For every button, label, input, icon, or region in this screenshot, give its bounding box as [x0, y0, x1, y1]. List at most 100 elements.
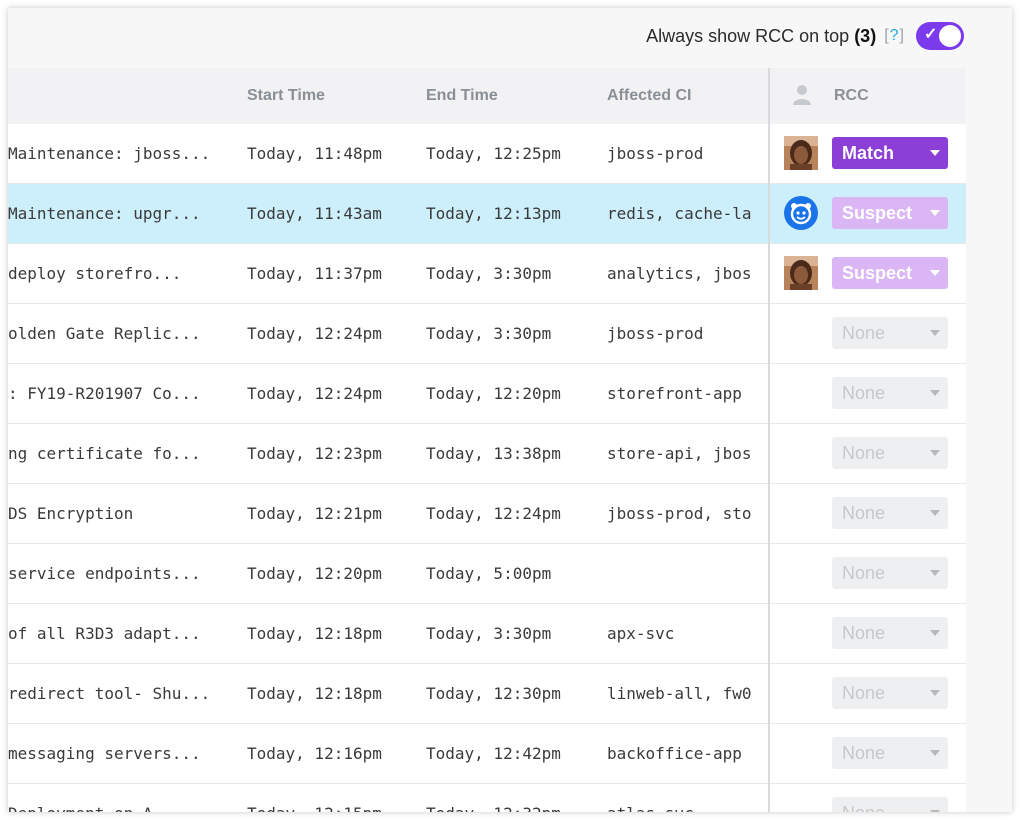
- end-time-cell: Today, 13:38pm: [420, 423, 603, 484]
- change-name-cell[interactable]: redirect tool- Shu...: [8, 663, 237, 724]
- change-name-cell[interactable]: ng certificate fo...: [8, 423, 237, 484]
- start-time-cell: Today, 12:21pm: [237, 483, 420, 544]
- start-time-cell: Today, 11:48pm: [237, 124, 420, 184]
- table-row[interactable]: ng certificate fo... Today, 12:23pm Today,…: [8, 423, 966, 484]
- column-header-rcc[interactable]: RCC: [768, 68, 966, 124]
- help-link[interactable]: [?]: [884, 27, 905, 45]
- end-time-cell: Today, 12:25pm: [420, 124, 603, 184]
- table-row[interactable]: : FY19-R201907 Co... Today, 12:24pm Today,…: [8, 363, 966, 424]
- change-name-cell[interactable]: : FY19-R201907 Co...: [8, 363, 237, 424]
- caret-down-icon: [930, 210, 940, 216]
- affected-ci-cell: store-api, jbos: [603, 423, 769, 484]
- caret-down-icon: [930, 330, 940, 336]
- rcc-status-dropdown[interactable]: None: [832, 557, 948, 589]
- always-show-rcc-toggle[interactable]: ✓: [916, 22, 964, 50]
- rcc-header-label: RCC: [834, 87, 869, 104]
- change-name-cell[interactable]: deploy storefro...: [8, 243, 237, 304]
- end-time-cell: Today, 12:20pm: [420, 363, 603, 424]
- table-row[interactable]: service endpoints... Today, 12:20pm Today,…: [8, 543, 966, 604]
- changes-table-container[interactable]: Start Time End Time Affected CI RCC Main…: [8, 68, 966, 812]
- rcc-cell: None: [768, 483, 966, 544]
- rcc-toggle-label: Always show RCC on top: [646, 25, 850, 46]
- end-time-cell: Today, 3:30pm: [420, 243, 603, 304]
- rcc-status-label: Suspect: [842, 203, 913, 223]
- table-row[interactable]: Maintenance: jboss... Today, 11:48pm Today…: [8, 124, 966, 184]
- rcc-status-dropdown[interactable]: None: [832, 317, 948, 349]
- change-name-cell[interactable]: Deployment on A...: [8, 783, 237, 812]
- rcc-status-label: None: [842, 443, 886, 463]
- affected-ci-cell: jboss-prod: [603, 124, 769, 184]
- rcc-status-dropdown[interactable]: None: [832, 617, 948, 649]
- affected-ci-cell: jboss-prod: [603, 303, 769, 364]
- changes-table: Start Time End Time Affected CI RCC Main…: [8, 68, 966, 812]
- caret-down-icon: [930, 750, 940, 756]
- caret-down-icon: [930, 810, 940, 812]
- caret-down-icon: [930, 690, 940, 696]
- affected-ci-cell: backoffice-app: [603, 723, 769, 784]
- rcc-status-dropdown[interactable]: None: [832, 377, 948, 409]
- app-frame: Always show RCC on top (3) [?] ✓ Start T…: [8, 8, 1012, 812]
- table-row[interactable]: Deployment on A...Today, 12:15pmToday, 1…: [8, 783, 966, 812]
- column-header-end-time[interactable]: End Time: [420, 68, 603, 124]
- affected-ci-cell: [603, 543, 769, 604]
- rcc-status-dropdown[interactable]: Suspect: [832, 197, 948, 229]
- rcc-status-label: None: [842, 683, 886, 703]
- change-name-cell[interactable]: service endpoints...: [8, 543, 237, 604]
- rcc-status-dropdown[interactable]: Suspect: [832, 257, 948, 289]
- change-name-cell[interactable]: of all R3D3 adapt...: [8, 603, 237, 664]
- change-name-cell[interactable]: DS Encryption: [8, 483, 237, 544]
- rcc-status-dropdown[interactable]: None: [832, 437, 948, 469]
- rcc-status-label: Suspect: [842, 263, 913, 283]
- caret-down-icon: [930, 390, 940, 396]
- rcc-status-dropdown[interactable]: None: [832, 497, 948, 529]
- table-row[interactable]: Maintenance: upgr... Today, 11:43am Today,…: [8, 183, 966, 244]
- table-row[interactable]: DS Encryption Today, 12:21pm Today, 12:24p…: [8, 483, 966, 544]
- start-time-cell: Today, 12:24pm: [237, 303, 420, 364]
- rcc-status-label: None: [842, 623, 886, 643]
- table-row[interactable]: deploy storefro... Today, 11:37pm Today, 3…: [8, 243, 966, 304]
- start-time-cell: Today, 12:18pm: [237, 663, 420, 724]
- rcc-status-dropdown[interactable]: None: [832, 677, 948, 709]
- rcc-status-label: None: [842, 563, 886, 583]
- rcc-status-label: Match: [842, 143, 895, 163]
- rcc-cell: None: [768, 363, 966, 424]
- table-header-row: Start Time End Time Affected CI RCC: [8, 68, 966, 124]
- column-header-start-time[interactable]: Start Time: [237, 68, 420, 124]
- rcc-status-dropdown[interactable]: None: [832, 797, 948, 812]
- end-time-cell: Today, 12:13pm: [420, 183, 603, 244]
- person-avatar-icon: [784, 256, 818, 290]
- change-name-cell[interactable]: olden Gate Replic...: [8, 303, 237, 364]
- table-row[interactable]: olden Gate Replic... Today, 12:24pm Today,…: [8, 303, 966, 364]
- rcc-status-label: None: [842, 743, 886, 763]
- column-header-affected-ci[interactable]: Affected CI: [603, 68, 769, 124]
- caret-down-icon: [930, 450, 940, 456]
- affected-ci-cell: jboss-prod, sto: [603, 483, 769, 544]
- rcc-cell: None: [768, 663, 966, 724]
- table-body: Maintenance: jboss... Today, 11:48pm Today…: [8, 124, 966, 812]
- end-time-cell: Today, 5:00pm: [420, 543, 603, 604]
- column-header-name: [8, 68, 237, 124]
- help-icon[interactable]: ?: [890, 27, 900, 44]
- table-row[interactable]: of all R3D3 adapt... Today, 12:18pm Today,…: [8, 603, 966, 664]
- rcc-status-dropdown[interactable]: None: [832, 737, 948, 769]
- start-time-cell: Today, 11:37pm: [237, 243, 420, 304]
- change-name-cell[interactable]: messaging servers...: [8, 723, 237, 784]
- rcc-status-dropdown[interactable]: Match: [832, 137, 948, 169]
- table-row[interactable]: messaging servers... Today, 12:16pm Today,…: [8, 723, 966, 784]
- start-time-cell: Today, 12:23pm: [237, 423, 420, 484]
- change-name-cell[interactable]: Maintenance: jboss...: [8, 124, 237, 184]
- rcc-cell: Match: [768, 124, 966, 184]
- rcc-status-label: None: [842, 383, 886, 403]
- end-time-cell: Today, 12:42pm: [420, 723, 603, 784]
- start-time-cell: Today, 12:15pm: [237, 783, 420, 812]
- change-name-cell[interactable]: Maintenance: upgr...: [8, 183, 237, 244]
- rcc-cell: None: [768, 543, 966, 604]
- start-time-cell: Today, 12:24pm: [237, 363, 420, 424]
- affected-ci-cell: storefront-app: [603, 363, 769, 424]
- caret-down-icon: [930, 570, 940, 576]
- rcc-cell: Suspect: [768, 183, 966, 244]
- user-icon: [793, 85, 811, 105]
- checkmark-icon: ✓: [924, 26, 938, 43]
- rcc-status-label: None: [842, 803, 885, 812]
- table-row[interactable]: redirect tool- Shu... Today, 12:18pm Today…: [8, 663, 966, 724]
